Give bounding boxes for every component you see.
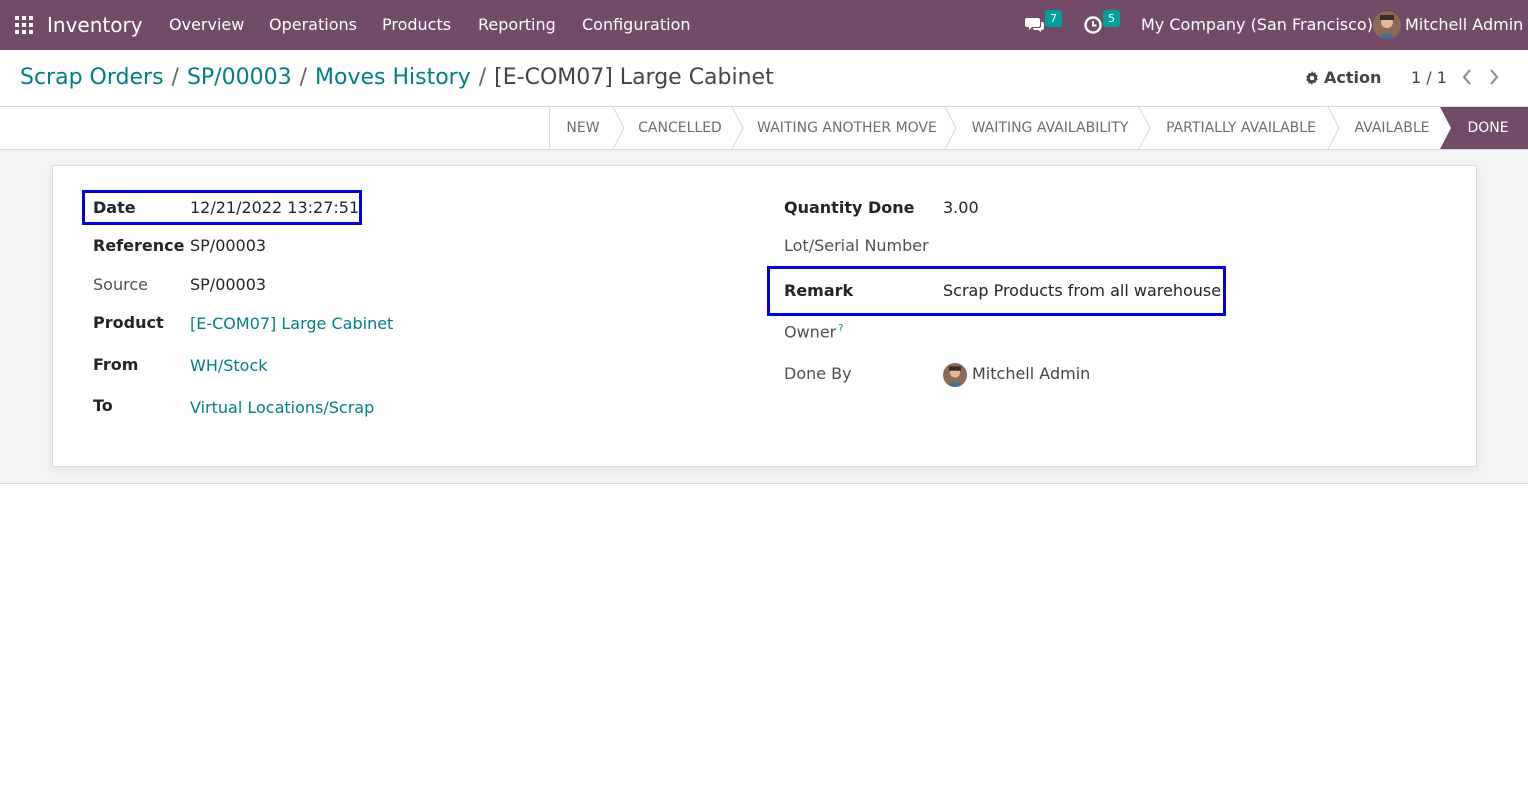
remark-label: Remark bbox=[784, 281, 854, 300]
status-arrow bbox=[944, 107, 957, 149]
status-waiting-availability[interactable]: WAITING AVAILABILITY bbox=[958, 107, 1142, 149]
user-menu[interactable]: Mitchell Admin bbox=[1405, 14, 1523, 36]
breadcrumb: Scrap Orders / SP/00003 / Moves History / [E-C… bbox=[20, 64, 774, 92]
menu-overview[interactable]: Overview bbox=[169, 14, 244, 36]
pager-value[interactable]: 1 / 1 bbox=[1411, 67, 1447, 89]
status-arrow bbox=[612, 107, 625, 149]
avatar bbox=[943, 363, 967, 387]
status-available[interactable]: AVAILABLE bbox=[1341, 107, 1443, 149]
gear-icon bbox=[1306, 71, 1318, 85]
remark-value: Scrap Products from all warehouse! bbox=[943, 281, 1228, 300]
breadcrumb-scrap-order[interactable]: SP/00003 bbox=[187, 65, 292, 90]
help-icon[interactable]: ? bbox=[838, 323, 843, 334]
top-navbar: Inventory Overview Operations Products R… bbox=[0, 0, 1528, 50]
action-button[interactable]: Action bbox=[1305, 67, 1381, 89]
breadcrumb-separator: / bbox=[299, 65, 308, 90]
breadcrumb-separator: / bbox=[478, 65, 487, 90]
page-title: [E-COM07] Large Cabinet bbox=[494, 65, 774, 90]
status-done[interactable]: DONE bbox=[1452, 107, 1524, 149]
chevron-left-icon[interactable] bbox=[1459, 66, 1475, 88]
reference-label: Reference bbox=[93, 236, 185, 255]
quantity-done-value: 3.00 bbox=[943, 198, 979, 217]
company-switcher[interactable]: My Company (San Francisco) bbox=[1141, 14, 1373, 36]
quantity-done-label: Quantity Done bbox=[784, 198, 915, 217]
apps-grid-icon[interactable] bbox=[15, 16, 33, 34]
chat-icon[interactable] bbox=[1024, 13, 1046, 35]
status-cancelled[interactable]: CANCELLED bbox=[626, 107, 734, 149]
breadcrumb-scrap-orders[interactable]: Scrap Orders bbox=[20, 65, 164, 90]
to-location-link[interactable]: Virtual Locations/Scrap bbox=[190, 397, 374, 419]
chevron-right-icon[interactable] bbox=[1486, 66, 1502, 88]
activities-count-badge: 5 bbox=[1103, 10, 1120, 27]
status-new[interactable]: NEW bbox=[550, 107, 616, 149]
action-label: Action bbox=[1324, 68, 1382, 87]
menu-operations[interactable]: Operations bbox=[269, 14, 357, 36]
menu-products[interactable]: Products bbox=[382, 14, 451, 36]
status-arrow bbox=[731, 107, 744, 149]
status-partially-available[interactable]: PARTIALLY AVAILABLE bbox=[1152, 107, 1330, 149]
product-label: Product bbox=[93, 313, 164, 332]
menu-configuration[interactable]: Configuration bbox=[582, 14, 691, 36]
date-value: 12/21/2022 13:27:51 bbox=[190, 198, 360, 217]
done-by-label: Done By bbox=[784, 364, 852, 383]
menu-reporting[interactable]: Reporting bbox=[478, 14, 556, 36]
messages-count-badge: 7 bbox=[1045, 10, 1062, 27]
from-location-link[interactable]: WH/Stock bbox=[190, 355, 268, 377]
source-value: SP/00003 bbox=[190, 275, 267, 294]
status-waiting-another-move[interactable]: WAITING ANOTHER MOVE bbox=[745, 107, 949, 149]
reference-value: SP/00003 bbox=[190, 236, 267, 255]
to-label: To bbox=[93, 396, 113, 415]
status-bar: NEW CANCELLED WAITING ANOTHER MOVE WAITI… bbox=[0, 106, 1528, 150]
clock-icon[interactable] bbox=[1083, 13, 1105, 35]
status-arrow bbox=[1138, 107, 1151, 149]
breadcrumb-separator: / bbox=[171, 65, 179, 90]
breadcrumb-moves-history[interactable]: Moves History bbox=[315, 65, 471, 90]
from-label: From bbox=[93, 355, 139, 374]
date-label: Date bbox=[93, 198, 136, 217]
product-link[interactable]: [E-COM07] Large Cabinet bbox=[190, 313, 393, 335]
avatar[interactable] bbox=[1373, 11, 1401, 39]
app-name[interactable]: Inventory bbox=[47, 12, 143, 38]
status-arrow bbox=[1327, 107, 1340, 149]
lot-serial-label: Lot/Serial Number bbox=[784, 236, 929, 255]
done-by-value[interactable]: Mitchell Admin bbox=[972, 363, 1090, 385]
source-label: Source bbox=[93, 275, 148, 294]
owner-label-text: Owner bbox=[784, 322, 837, 342]
owner-label: Owner? bbox=[784, 318, 844, 343]
